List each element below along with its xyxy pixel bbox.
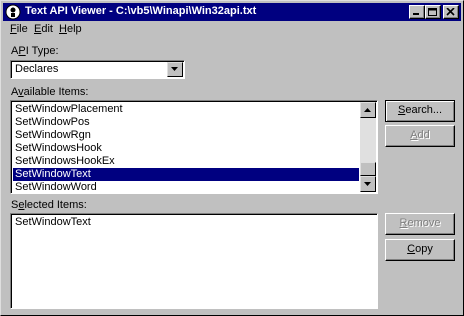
maximize-button[interactable] [425,5,441,19]
available-scrollbar[interactable] [360,102,376,192]
minimize-button[interactable] [409,5,425,19]
scroll-up-button[interactable] [360,102,376,118]
book-icon[interactable] [5,4,21,20]
api-type-dropdown[interactable]: Declares [10,60,185,79]
list-item[interactable]: SetWindowText [13,168,359,181]
arrow-down-icon [364,182,371,186]
list-item[interactable]: SetWindowsHookEx [13,155,359,168]
api-type-value: Declares [15,63,59,75]
selected-items-rows: SetWindowText [13,216,375,229]
api-type-label: API Type: [11,45,59,57]
remove-button[interactable]: Remove [385,213,455,235]
menu-help[interactable]: Help [59,23,82,35]
dropdown-button[interactable] [167,62,183,77]
window-title: Text API Viewer - C:\vb5\Winapi\Win32api… [25,5,257,17]
add-button[interactable]: Add [385,125,455,147]
menu-edit[interactable]: Edit [34,23,53,35]
list-item[interactable]: SetWindowWord [13,181,359,193]
selected-item[interactable]: SetWindowText [13,216,375,229]
list-item[interactable]: SetWindowPos [13,116,359,129]
list-item[interactable]: SetWindowsHook [13,142,359,155]
available-items-list[interactable]: SetWindowPlacement SetWindowPos SetWindowR… [10,100,378,194]
api-viewer-window: Text API Viewer - C:\vb5\Winapi\Win32api… [0,0,464,316]
copy-button[interactable]: Copy [385,239,455,261]
chevron-down-icon [171,67,178,71]
list-item[interactable]: SetWindowRgn [13,129,359,142]
close-button[interactable] [443,5,459,19]
arrow-up-icon [364,108,371,112]
scroll-down-button[interactable] [360,176,376,192]
title-bar[interactable]: Text API Viewer - C:\vb5\Winapi\Win32api… [3,3,461,21]
available-items-label: Available Items: [11,86,89,98]
scroll-thumb[interactable] [360,162,376,176]
search-button[interactable]: Search... [385,100,455,122]
menu-file[interactable]: File [10,23,28,35]
selected-items-label: Selected Items: [11,199,87,211]
available-items-rows: SetWindowPlacement SetWindowPos SetWindowR… [13,103,359,193]
list-item[interactable]: SetWindowPlacement [13,103,359,116]
selected-items-box[interactable]: SetWindowText [10,213,378,309]
menu-bar: File Edit Help [3,21,461,39]
